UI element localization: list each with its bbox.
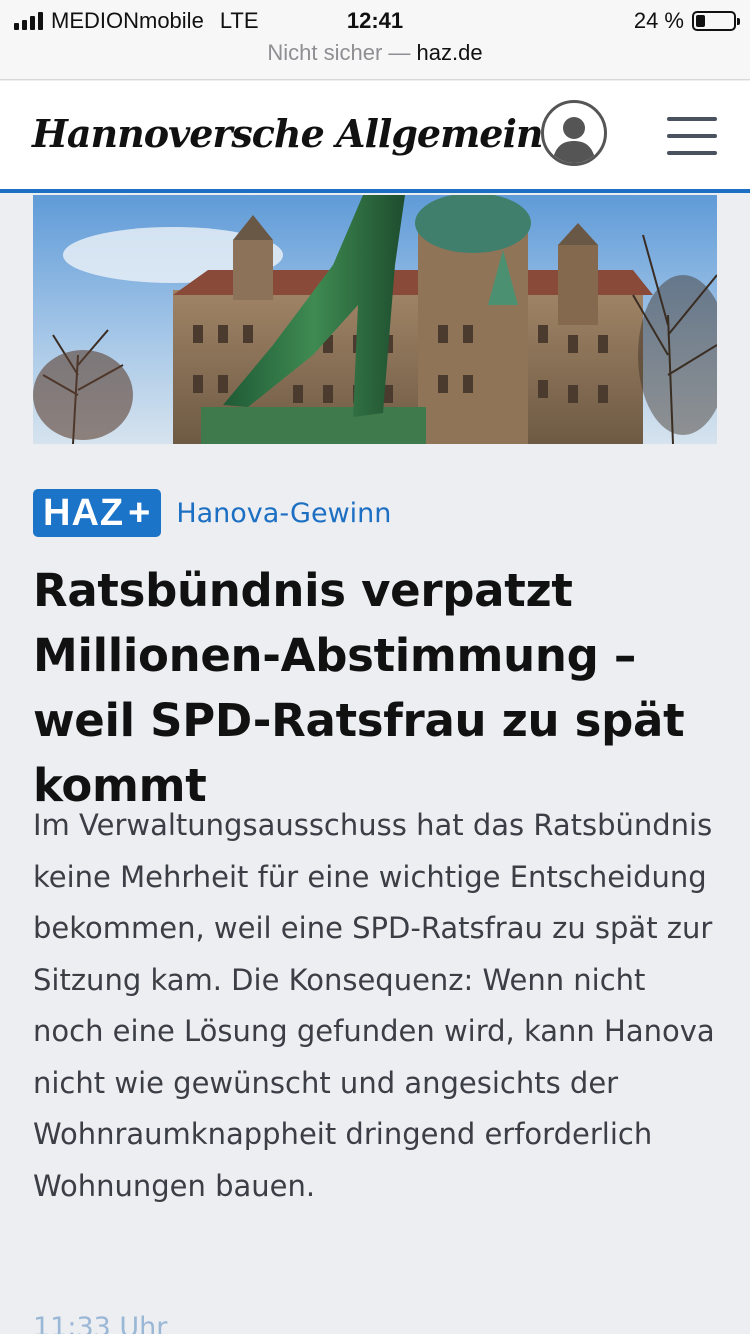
article-kicker[interactable]: Hanova-Gewinn (176, 498, 391, 529)
plus-icon: + (128, 491, 152, 534)
site-logo[interactable]: Hannoversche Allgemeine (32, 111, 567, 156)
status-bar: MEDIONmobile LTE 12:41 24 % Nicht sicher… (0, 0, 750, 80)
url-host: haz.de (416, 40, 483, 65)
hamburger-menu-icon[interactable] (667, 117, 717, 155)
kicker-row: HAZ + Hanova-Gewinn (33, 489, 391, 537)
badge-text: HAZ (43, 491, 125, 534)
battery-level (696, 15, 705, 27)
header-accent-rule (0, 189, 750, 193)
battery-percent: 24 % (633, 8, 684, 33)
user-icon[interactable] (541, 100, 607, 166)
article-timestamp: 11:33 Uhr (33, 1312, 168, 1334)
battery-icon (692, 11, 740, 31)
article-teaser[interactable]: Im Verwaltungsausschuss hat das Ratsbünd… (33, 800, 723, 1212)
site-header: Hannoversche Allgemeine (0, 81, 750, 189)
article-headline[interactable]: Ratsbündnis verpatzt Millionen-Abstimmun… (33, 558, 733, 818)
user-silhouette (552, 117, 596, 163)
status-right: 24 % (633, 8, 740, 34)
hero-illustration (33, 195, 717, 444)
article-hero-image[interactable] (33, 195, 717, 444)
url-bar[interactable]: Nicht sicher — haz.de (0, 40, 750, 66)
haz-plus-badge: HAZ + (33, 489, 162, 537)
url-security-label: Nicht sicher — (267, 40, 411, 65)
